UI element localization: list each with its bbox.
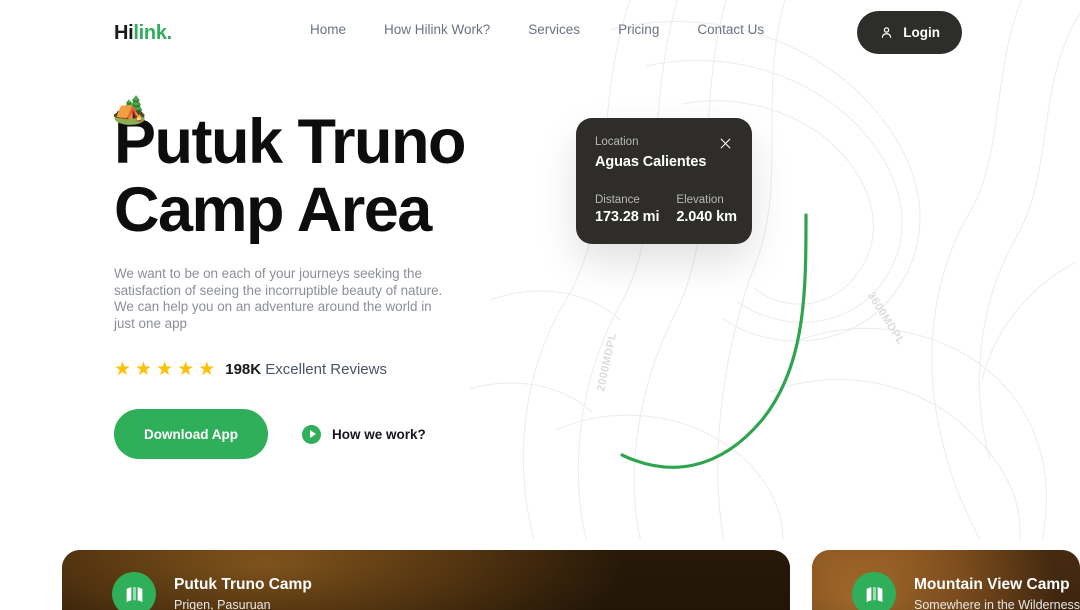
reviews-text: 198K Excellent Reviews (225, 361, 387, 378)
camp-card-subtitle: Somewhere in the Wilderness (914, 598, 1080, 610)
nav-link-services[interactable]: Services (528, 22, 580, 37)
camp-card-title: Putuk Truno Camp (174, 576, 312, 593)
landing-page: 3600MDPL 2000MDPL MDPL 🏕️ Hilink. Home H… (0, 0, 1080, 610)
page-title-line2: Camp Area (114, 175, 432, 245)
play-triangle (309, 430, 316, 438)
reviews-label: Excellent Reviews (265, 361, 387, 378)
logo-primary: Hi (114, 22, 134, 44)
distance-stat: Distance 173.28 mi (595, 194, 660, 225)
location-label: Location (595, 136, 639, 148)
login-button-label: Login (903, 25, 940, 40)
close-icon[interactable] (718, 136, 733, 151)
elevation-value: 2.040 km (676, 209, 737, 225)
camp-card[interactable]: Putuk Truno Camp Prigen, Pasuruan (62, 550, 790, 610)
camping-emoji-icon: 🏕️ (112, 94, 147, 125)
user-icon (879, 25, 894, 40)
camp-card-text: Mountain View Camp Somewhere in the Wild… (914, 576, 1080, 610)
login-button[interactable]: Login (857, 11, 962, 54)
nav-link-home[interactable]: Home (310, 22, 346, 37)
logo-accent: link. (133, 22, 172, 44)
hero-description: We want to be on each of your journeys s… (114, 266, 443, 331)
star-icon: ★ (177, 359, 195, 380)
star-icon: ★ (114, 359, 132, 380)
page-title-line1: Putuk Truno (114, 107, 466, 177)
star-icon: ★ (198, 359, 216, 380)
camp-card-text: Putuk Truno Camp Prigen, Pasuruan (174, 576, 312, 610)
location-value: Aguas Calientes (595, 154, 707, 170)
star-icon: ★ (156, 359, 174, 380)
distance-value: 173.28 mi (595, 209, 660, 225)
reviews-row: ★ ★ ★ ★ ★ 198K Excellent Reviews (114, 360, 514, 379)
camp-card-title: Mountain View Camp (914, 576, 1070, 593)
distance-label: Distance (595, 194, 640, 206)
how-we-work-button[interactable]: How we work? (302, 424, 426, 444)
nav-link-how-hilink-work[interactable]: How Hilink Work? (384, 22, 490, 37)
how-we-work-label: How we work? (332, 426, 426, 442)
camp-card-content: Mountain View Camp Somewhere in the Wild… (812, 572, 1080, 610)
camp-card[interactable]: Mountain View Camp Somewhere in the Wild… (812, 550, 1080, 610)
star-icon: ★ (135, 359, 153, 380)
logo[interactable]: Hilink. (114, 22, 172, 45)
info-card-header: Location (595, 136, 733, 151)
map-icon (852, 572, 896, 610)
map-contours (470, 0, 1080, 540)
nav-link-pricing[interactable]: Pricing (618, 22, 659, 37)
navbar: Hilink. Home How Hilink Work? Services P… (0, 0, 1080, 64)
location-info-card: Location Aguas Calientes Distance 173.28… (576, 118, 752, 244)
page-title: Putuk Truno Camp Area (114, 108, 514, 244)
elevation-label: Elevation (676, 194, 724, 206)
nav-link-contact-us[interactable]: Contact Us (697, 22, 764, 37)
hero-section: 🏕️ Putuk Truno Camp Area We want to be o… (112, 94, 514, 459)
play-circle-icon (302, 424, 321, 444)
camp-card-subtitle: Prigen, Pasuruan (174, 598, 271, 610)
map-background: 3600MDPL 2000MDPL MDPL 🏕️ (470, 0, 1080, 540)
info-card-stats: Distance 173.28 mi Elevation 2.040 km (595, 194, 737, 225)
elevation-stat: Elevation 2.040 km (676, 194, 737, 225)
nav-links: Home How Hilink Work? Services Pricing C… (310, 22, 764, 37)
map-icon (112, 572, 156, 610)
star-rating: ★ ★ ★ ★ ★ (114, 360, 215, 379)
download-app-button[interactable]: Download App (114, 409, 268, 459)
reviews-count: 198K (225, 361, 262, 378)
camp-card-content: Putuk Truno Camp Prigen, Pasuruan (62, 572, 312, 610)
cta-row: Download App How we work? (114, 409, 514, 459)
